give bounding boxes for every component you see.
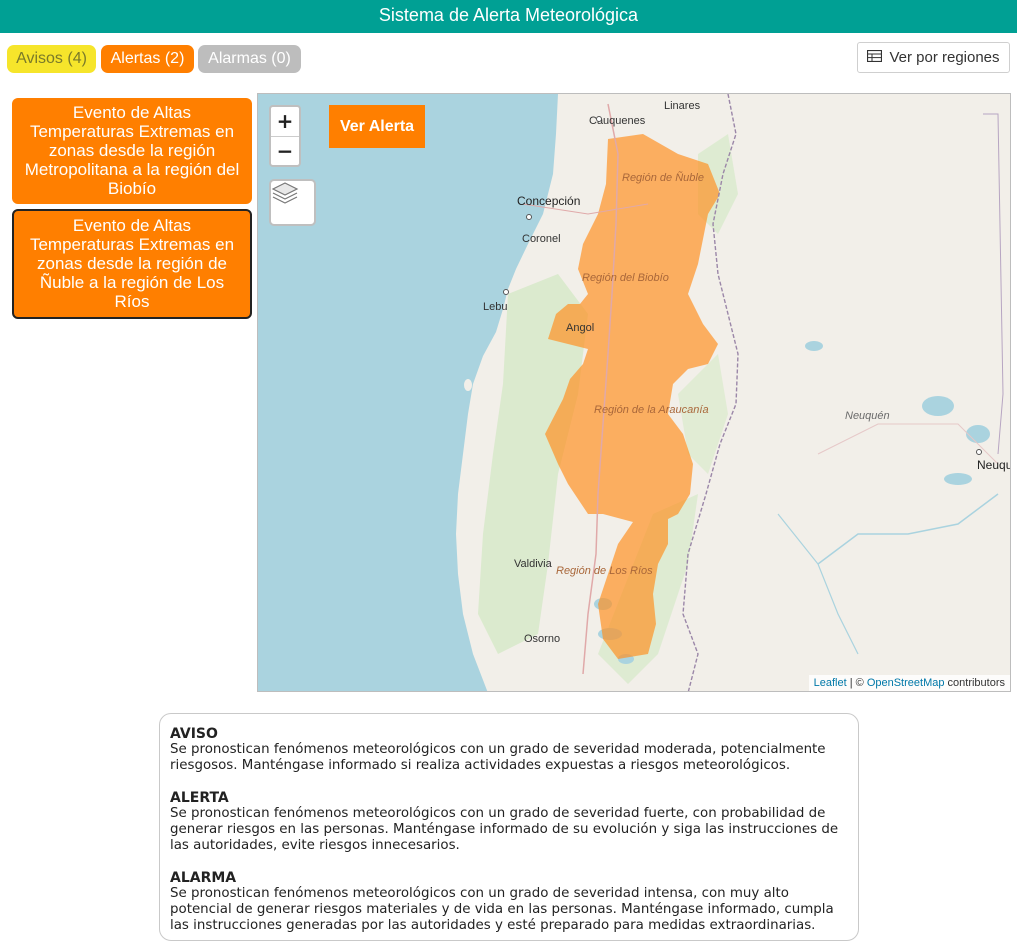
legend-text: Se pronostican fenómenos meteorológicos … (170, 806, 839, 853)
city-label: Linares (664, 100, 701, 112)
alarmas-filter-button[interactable]: Alarmas (0) (198, 45, 301, 73)
table-icon (867, 49, 883, 66)
region-label: Región de la Araucanía (594, 404, 709, 416)
region-label: Región de Ñuble (622, 172, 704, 184)
legend-title: ALARMA (170, 870, 237, 886)
legend-title: AVISO (170, 726, 218, 742)
event-card-2[interactable]: Evento de Altas Temperaturas Extremas en… (12, 209, 252, 319)
map-attribution: Leaflet | © OpenStreetMap contributors (808, 675, 1010, 691)
alertas-filter-button[interactable]: Alertas (2) (101, 45, 194, 73)
avisos-filter-button[interactable]: Avisos (4) (7, 45, 96, 73)
region-label: Región del Biobío (582, 272, 669, 284)
event-title: Evento de Altas Temperaturas Extremas en… (29, 216, 235, 311)
page-title: Sistema de Alerta Meteorológica (0, 0, 1017, 33)
layers-button[interactable] (269, 179, 316, 226)
city-label: Concepción (517, 194, 581, 208)
city-marker (596, 116, 602, 122)
legend-text: Se pronostican fenómenos meteorológicos … (170, 886, 834, 933)
severity-legend: AVISO Se pronostican fenómenos meteoroló… (159, 713, 859, 941)
city-label: Osorno (524, 633, 561, 645)
city-label: Lebu (483, 301, 508, 313)
legend-text: Se pronostican fenómenos meteorológicos … (170, 742, 826, 773)
legend-aviso: AVISO Se pronostican fenómenos meteoroló… (170, 726, 848, 774)
view-by-regions-label: Ver por regiones (889, 49, 1000, 66)
ver-alerta-button[interactable]: Ver Alerta (329, 105, 425, 148)
legend-alerta: ALERTA Se pronostican fenómenos meteorol… (170, 790, 848, 854)
city-marker (526, 214, 532, 220)
city-label: Neuquén (977, 458, 1010, 472)
province-label: Neuquén (845, 410, 890, 422)
attribution-suffix: contributors (944, 677, 1005, 689)
city-label: Coronel (522, 233, 561, 245)
event-title: Evento de Altas Temperaturas Extremas en… (24, 103, 240, 198)
legend-title: ALERTA (170, 790, 229, 806)
event-card-1[interactable]: Evento de Altas Temperaturas Extremas en… (12, 98, 252, 204)
city-marker (503, 289, 509, 295)
openstreetmap-link[interactable]: OpenStreetMap (867, 677, 945, 689)
zoom-control: + − (269, 105, 301, 167)
view-by-regions-button[interactable]: Ver por regiones (857, 42, 1010, 73)
zoom-in-button[interactable]: + (271, 107, 299, 137)
region-label: Región de Los Ríos (556, 565, 653, 577)
alert-map[interactable]: Linares Cauquenes Concepción Coronel Leb… (257, 93, 1011, 692)
city-label: Angol (566, 322, 595, 334)
attribution-separator: | © (846, 677, 867, 689)
leaflet-link[interactable]: Leaflet (814, 677, 847, 689)
city-marker (976, 449, 982, 455)
city-label: Valdivia (514, 558, 552, 570)
zoom-out-button[interactable]: − (271, 137, 299, 166)
legend-alarma: ALARMA Se pronostican fenómenos meteorol… (170, 870, 848, 934)
